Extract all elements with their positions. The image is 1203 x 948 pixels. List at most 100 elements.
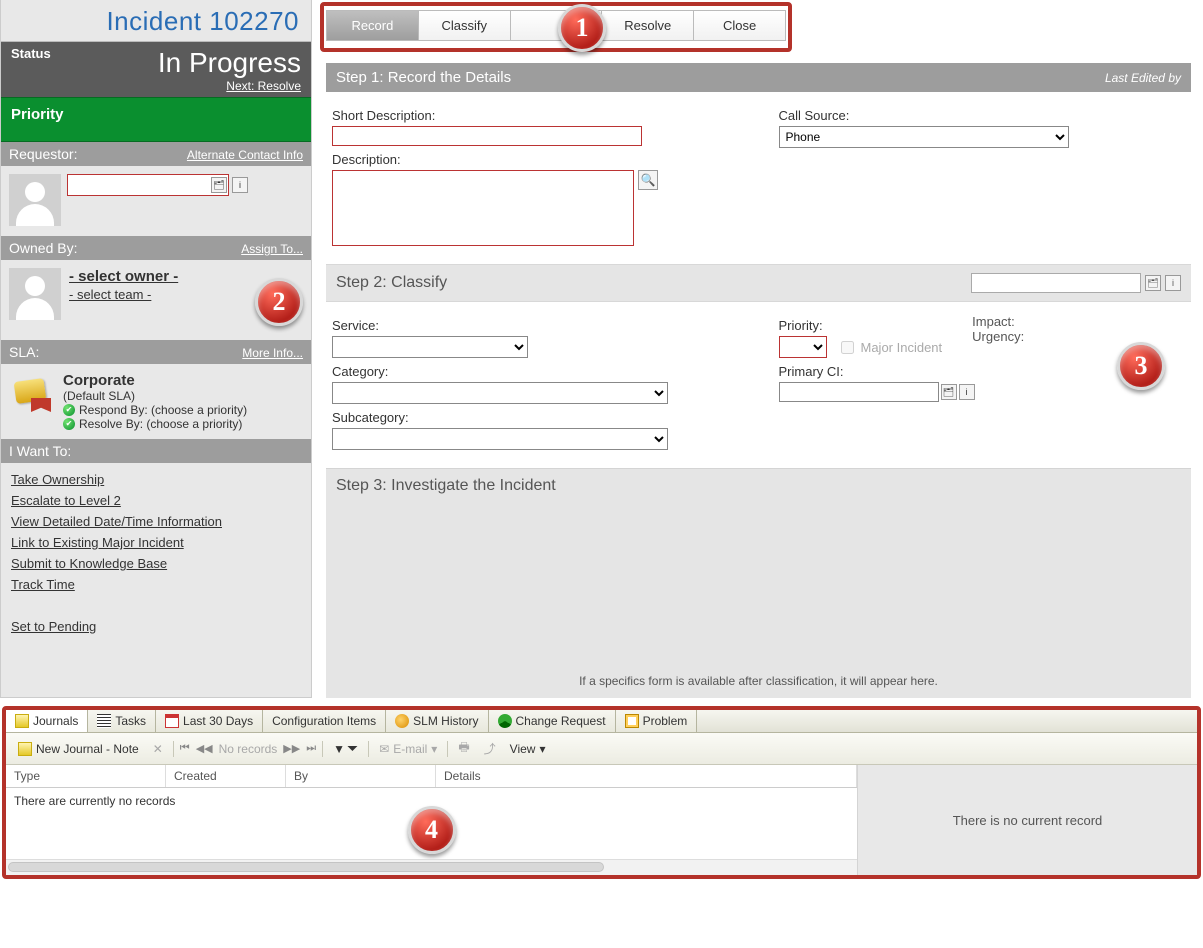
journal-icon: [15, 714, 29, 728]
shortdesc-input[interactable]: [332, 126, 642, 146]
tab-ci[interactable]: Configuration Items: [263, 710, 386, 732]
export-button[interactable]: ⤴: [480, 738, 500, 759]
set-pending-link[interactable]: Set to Pending: [11, 619, 96, 634]
slm-icon: [395, 714, 409, 728]
sla-name: Corporate: [63, 372, 247, 389]
avatar-icon: [9, 268, 61, 320]
step2-search-input[interactable]: [971, 273, 1141, 293]
col-details[interactable]: Details: [436, 765, 857, 787]
col-created[interactable]: Created: [166, 765, 286, 787]
requestor-label: Requestor:: [9, 146, 77, 162]
tab-journals[interactable]: Journals: [6, 710, 88, 732]
desc-label: Description:: [332, 152, 739, 167]
tab-classify[interactable]: Classify: [419, 11, 511, 40]
main-area: 1 Record Classify Investigate Resolve Cl…: [312, 0, 1203, 698]
status-block: Status In Progress Next: Resolve: [1, 42, 311, 97]
iwant-link[interactable]: View Detailed Date/Time Information: [11, 511, 301, 532]
callsource-label: Call Source:: [779, 108, 1186, 123]
step3-note: If a specifics form is available after c…: [326, 674, 1191, 688]
step1-bar: Step 1: Record the Details Last Edited b…: [326, 63, 1191, 92]
requestor-lookup-icon[interactable]: 🗂: [211, 177, 227, 193]
new-journal-button[interactable]: New Journal - Note: [14, 740, 143, 758]
priority-label: Priority:: [779, 318, 943, 333]
iwant-list: Take Ownership Escalate to Level 2 View …: [1, 463, 311, 619]
tab-close[interactable]: Close: [694, 11, 785, 40]
select-owner-link[interactable]: - select owner -: [69, 268, 178, 285]
no-current-record: There is no current record: [953, 813, 1103, 828]
iwant-link[interactable]: Submit to Knowledge Base: [11, 553, 301, 574]
requestor-info-icon[interactable]: i: [232, 177, 248, 193]
category-label: Category:: [332, 364, 739, 379]
tab-last30[interactable]: Last 30 Days: [156, 710, 263, 732]
tab-slm[interactable]: SLM History: [386, 710, 488, 732]
sla-header: SLA: More Info...: [1, 340, 311, 364]
category-select[interactable]: [332, 382, 668, 404]
primaryci-info-icon[interactable]: i: [959, 384, 975, 400]
sla-resolve: Resolve By: (choose a priority): [79, 417, 242, 431]
incident-title: Incident 102270: [1, 0, 311, 42]
callout-badge-3: 3: [1117, 342, 1165, 390]
step1-lastedited: Last Edited by: [1105, 71, 1181, 85]
filter-button[interactable]: ▼⏷: [329, 738, 362, 759]
avatar-icon: [9, 174, 61, 226]
bottom-grid-body: There are currently no records 4: [6, 788, 857, 859]
desc-textarea[interactable]: [332, 170, 634, 246]
tab-problem[interactable]: Problem: [616, 710, 698, 732]
iwant-label: I Want To:: [9, 443, 71, 459]
iwant-link[interactable]: Track Time: [11, 574, 301, 595]
iwant-link[interactable]: Link to Existing Major Incident: [11, 532, 301, 553]
urgency-label: Urgency:: [972, 329, 1024, 344]
delete-button[interactable]: ✕: [149, 740, 167, 758]
iwant-link[interactable]: Take Ownership: [11, 469, 301, 490]
tab-changereq[interactable]: Change Request: [489, 710, 616, 732]
tab-resolve[interactable]: Resolve: [602, 11, 694, 40]
step1-title: Step 1: Record the Details: [336, 69, 511, 86]
tab-tasks[interactable]: Tasks: [88, 710, 156, 732]
nav-first-icon[interactable]: ⏮: [180, 742, 190, 755]
view-menu[interactable]: View ▾: [506, 740, 550, 758]
records-count: No records: [219, 742, 278, 756]
iwant-header: I Want To:: [1, 439, 311, 463]
callout-badge-2: 2: [255, 278, 303, 326]
requestor-input[interactable]: [69, 176, 209, 194]
status-next-link[interactable]: Next: Resolve: [226, 79, 301, 93]
bottom-preview-pane: There is no current record: [857, 765, 1197, 875]
col-by[interactable]: By: [286, 765, 436, 787]
zoom-icon[interactable]: 🔍: [638, 170, 658, 190]
subcategory-select[interactable]: [332, 428, 668, 450]
alt-contact-link[interactable]: Alternate Contact Info: [187, 148, 303, 162]
problem-icon: [625, 714, 639, 728]
sla-body: Corporate (Default SLA) ✔Respond By: (ch…: [1, 364, 311, 439]
col-type[interactable]: Type: [6, 765, 166, 787]
no-records-text: There are currently no records: [14, 794, 175, 808]
primaryci-input[interactable]: [779, 382, 939, 402]
step2-lookup-icon[interactable]: 🗂: [1145, 275, 1161, 291]
nav-next-icon[interactable]: ▶▶: [283, 742, 300, 755]
callout-badge-1: 1: [558, 4, 606, 52]
horizontal-scrollbar[interactable]: [6, 859, 857, 875]
bottom-tabstrip: Journals Tasks Last 30 Days Configuratio…: [6, 710, 1197, 733]
tab-record[interactable]: Record: [327, 11, 419, 40]
select-team-link[interactable]: - select team -: [69, 287, 178, 302]
assign-to-link[interactable]: Assign To...: [241, 242, 303, 256]
primaryci-lookup-icon[interactable]: 🗂: [941, 384, 957, 400]
step2-info-icon[interactable]: i: [1165, 275, 1181, 291]
service-label: Service:: [332, 318, 739, 333]
priority-select[interactable]: [779, 336, 827, 358]
sla-label: SLA:: [9, 344, 39, 360]
service-select[interactable]: [332, 336, 528, 358]
print-button[interactable]: 🖶: [454, 736, 473, 761]
sidebar: Incident 102270 Status In Progress Next:…: [0, 0, 312, 698]
owner-body: - select owner - - select team - 2: [1, 260, 311, 340]
sla-moreinfo-link[interactable]: More Info...: [242, 346, 303, 360]
shortdesc-label: Short Description:: [332, 108, 739, 123]
callsource-select[interactable]: Phone: [779, 126, 1069, 148]
major-incident-checkbox[interactable]: Major Incident: [837, 338, 943, 357]
major-checkbox-input[interactable]: [841, 341, 854, 354]
nav-prev-icon[interactable]: ◀◀: [196, 742, 213, 755]
email-button[interactable]: ✉ E-mail ▾: [375, 740, 441, 758]
nav-last-icon[interactable]: ⏭: [306, 742, 316, 755]
subcategory-label: Subcategory:: [332, 410, 739, 425]
status-value: In Progress: [11, 47, 301, 79]
iwant-link[interactable]: Escalate to Level 2: [11, 490, 301, 511]
